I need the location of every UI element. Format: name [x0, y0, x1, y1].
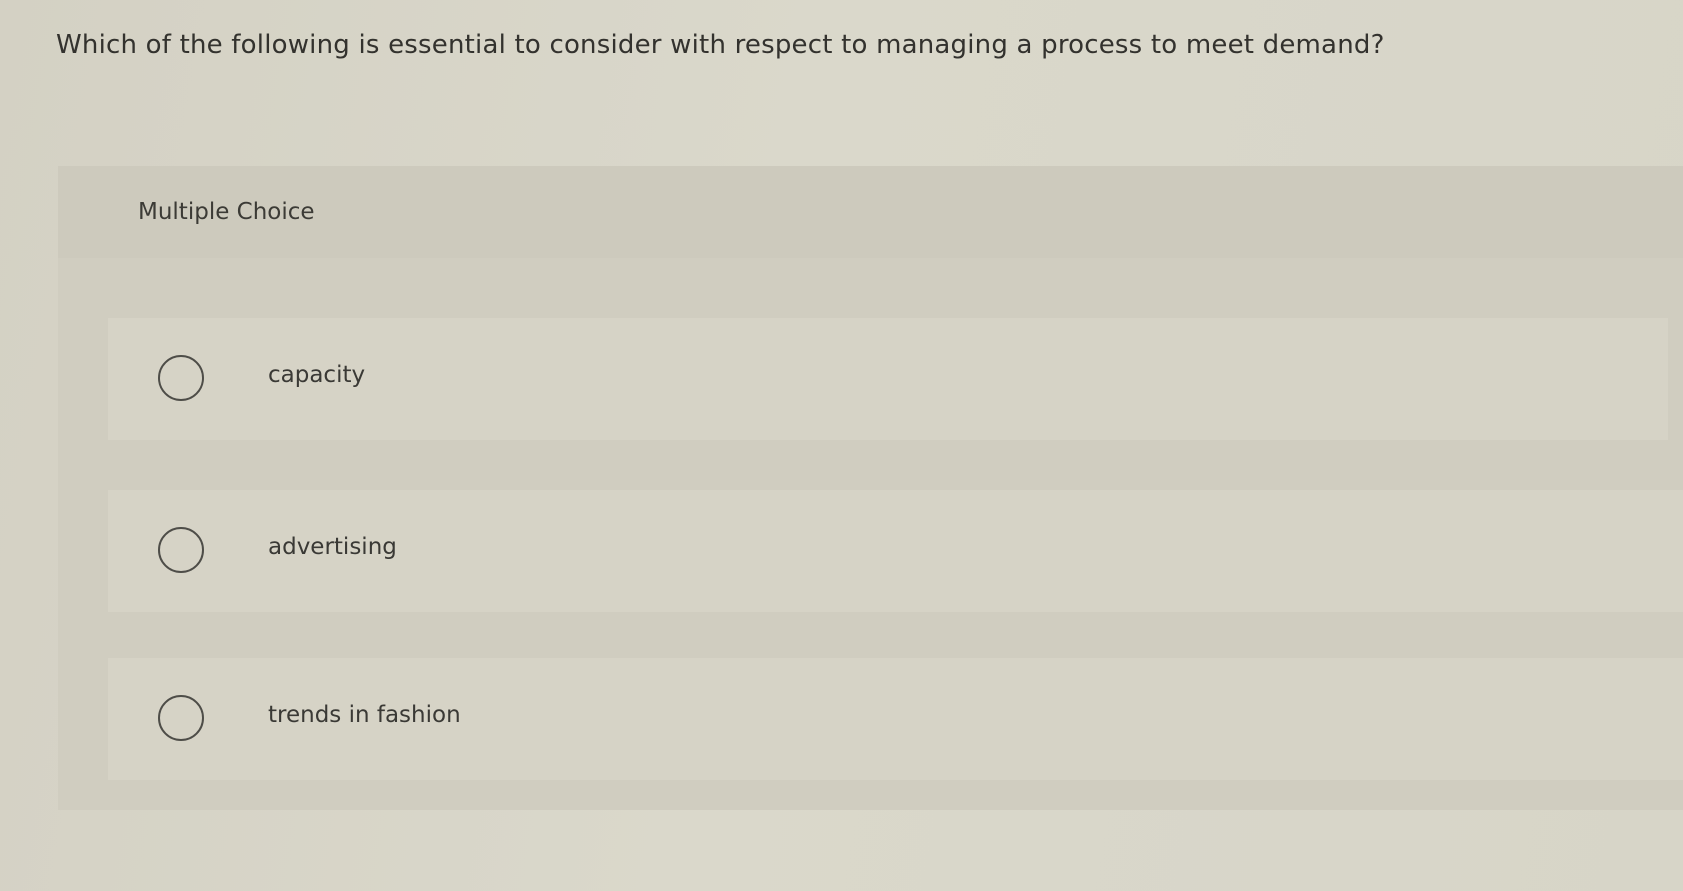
radio-button-icon[interactable] — [158, 355, 204, 401]
multiple-choice-title: Multiple Choice — [138, 199, 315, 225]
multiple-choice-header: Multiple Choice — [58, 166, 1683, 258]
radio-button-icon[interactable] — [158, 695, 204, 741]
multiple-choice-panel: Multiple Choice capacity advertising tre… — [58, 166, 1683, 810]
answer-option-label: capacity — [268, 362, 366, 388]
answer-option-label: trends in fashion — [268, 702, 461, 728]
answer-option-capacity[interactable]: capacity — [108, 318, 1668, 440]
answer-option-trends-in-fashion[interactable]: trends in fashion — [108, 658, 1683, 780]
question-text: Which of the following is essential to c… — [56, 30, 1385, 60]
radio-button-icon[interactable] — [158, 527, 204, 573]
answer-option-label: advertising — [268, 534, 397, 560]
answer-option-advertising[interactable]: advertising — [108, 490, 1683, 612]
